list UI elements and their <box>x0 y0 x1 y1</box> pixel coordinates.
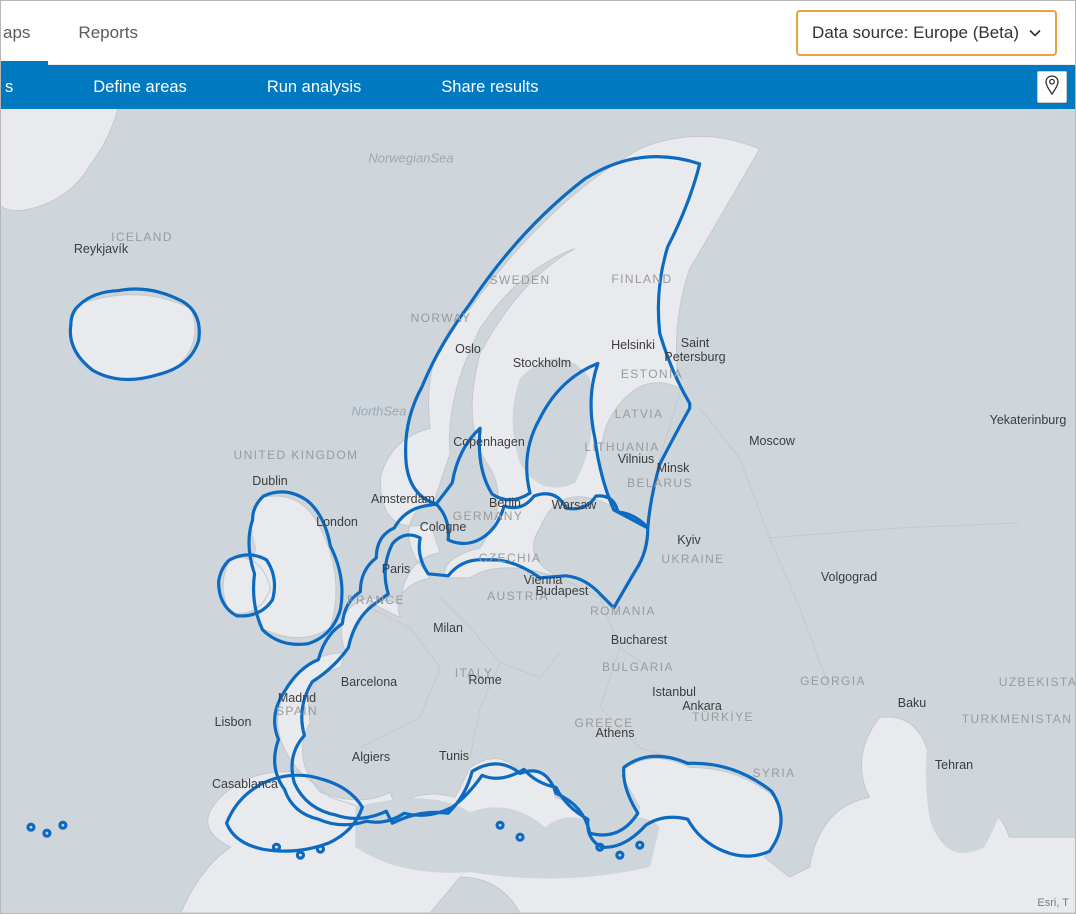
workflow-step-share-results[interactable]: Share results <box>401 78 578 97</box>
workflow-bar: s Define areas Run analysis Share result… <box>1 65 1075 109</box>
top-nav: aps Reports Data source: Europe (Beta) <box>1 1 1075 65</box>
tab-reports[interactable]: Reports <box>54 1 162 64</box>
workflow-step-0[interactable]: s <box>1 78 53 97</box>
data-source-label: Data source: Europe (Beta) <box>812 23 1019 43</box>
tab-maps[interactable]: aps <box>1 1 54 64</box>
chevron-down-icon <box>1029 27 1041 39</box>
pin-icon <box>1044 75 1060 100</box>
map-attribution: Esri, T <box>1037 897 1069 909</box>
workflow-step-define-areas[interactable]: Define areas <box>53 78 227 97</box>
data-source-dropdown[interactable]: Data source: Europe (Beta) <box>796 10 1057 56</box>
map-canvas[interactable]: NorwegianSeaNorthSeaICELANDNORWAYSWEDENF… <box>1 109 1075 913</box>
workflow-step-run-analysis[interactable]: Run analysis <box>227 78 401 97</box>
topnav-tabs: aps Reports <box>1 1 162 64</box>
map-svg <box>1 109 1075 913</box>
map-pin-button[interactable] <box>1037 71 1067 103</box>
